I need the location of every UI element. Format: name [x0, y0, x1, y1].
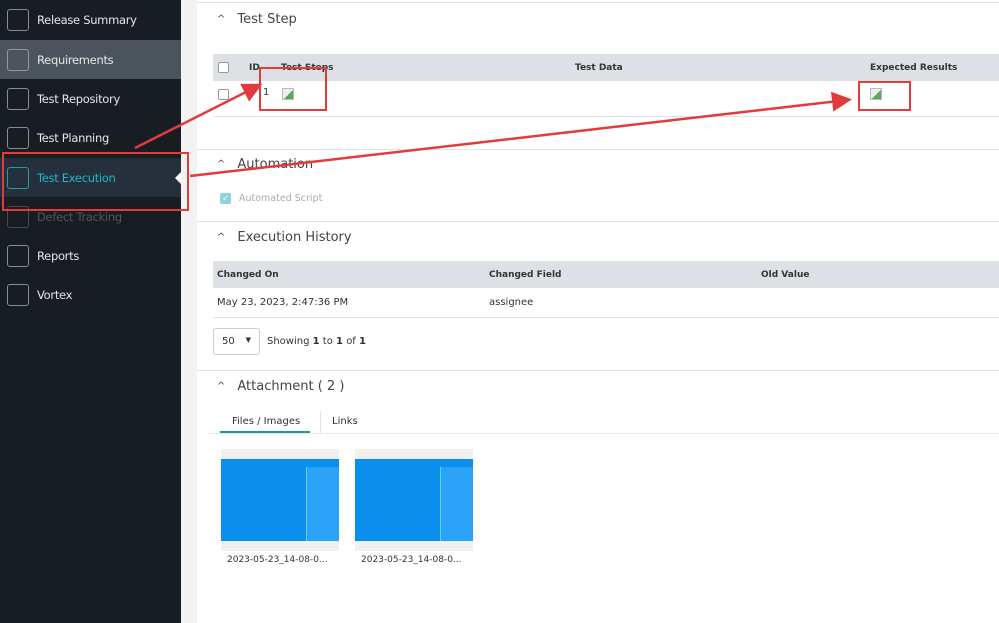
annotation-arrow	[134, 83, 263, 150]
annotation-arrows	[134, 83, 852, 178]
annotation-arrow	[189, 91, 852, 178]
